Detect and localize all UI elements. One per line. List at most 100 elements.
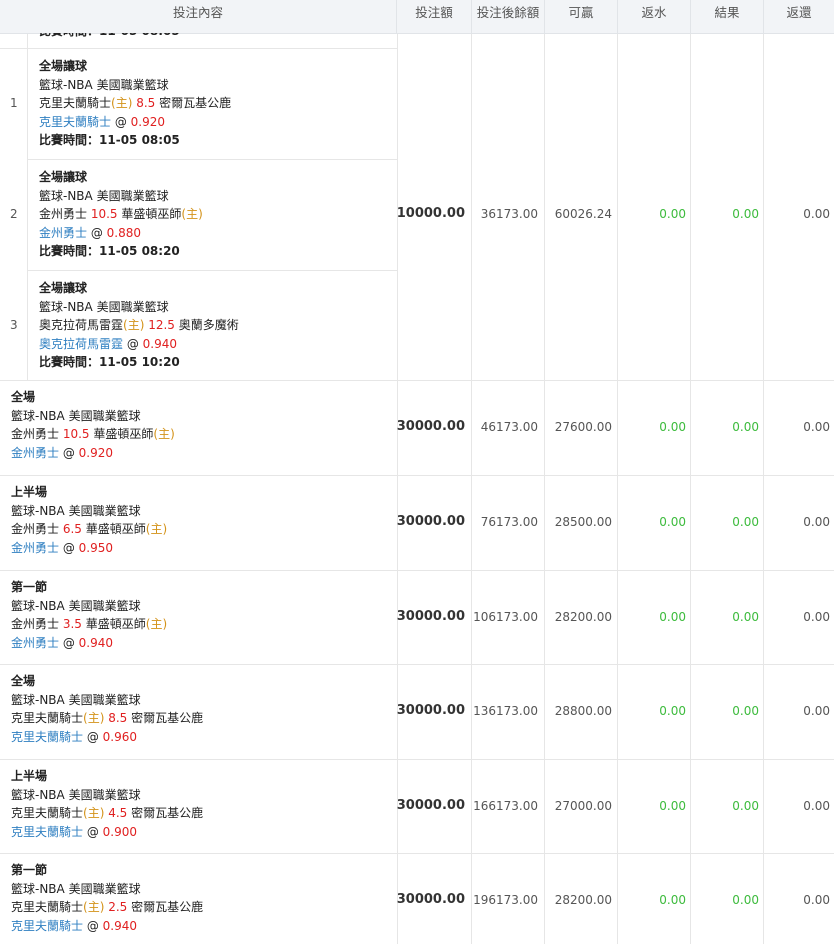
odds: 0.940 xyxy=(142,337,178,351)
matchup: 金州勇士 3.5 華盛頓巫師(主) xyxy=(11,617,168,631)
odds: 0.880 xyxy=(106,226,142,240)
matchup: 金州勇士 6.5 華盛頓巫師(主) xyxy=(11,522,168,536)
stake-amount: 30000.00 xyxy=(396,892,465,907)
col-header-balance[interactable]: 投注後餘額 xyxy=(472,0,545,33)
result: 0.00 xyxy=(732,420,759,434)
matchup: 金州勇士 10.5 華盛頓巫師(主) xyxy=(11,427,175,441)
col-divider xyxy=(544,34,545,944)
pick-team: 金州勇士 xyxy=(11,446,60,460)
odds: 0.960 xyxy=(102,730,138,744)
potential-win: 27000.00 xyxy=(554,799,612,813)
matchup: 金州勇士 10.5 華盛頓巫師(主) xyxy=(39,207,203,221)
potential-win: 27600.00 xyxy=(554,420,612,434)
rebate: 0.00 xyxy=(659,893,686,907)
balance-after: 36173.00 xyxy=(480,207,538,221)
balance-after: 106173.00 xyxy=(473,610,538,624)
col-header-result[interactable]: 結果 xyxy=(691,0,764,33)
result: 0.00 xyxy=(732,207,759,221)
league: 籃球-NBA 美國職業籃球 xyxy=(11,882,141,896)
bet-type: 全場讓球 xyxy=(39,59,88,73)
returned: 0.00 xyxy=(803,515,830,529)
matchup: 奧克拉荷馬雷霆(主) 12.5 奧蘭多魔術 xyxy=(39,318,239,332)
row-divider xyxy=(27,270,397,271)
match-time: 比賽時間：11-05 10:20 xyxy=(39,355,180,369)
league: 籃球-NBA 美國職業籃球 xyxy=(11,504,141,518)
pick-team: 克里夫蘭騎士 xyxy=(11,730,84,744)
leg-index: 1 xyxy=(10,96,18,110)
pick-team: 克里夫蘭騎士 xyxy=(11,825,84,839)
returned: 0.00 xyxy=(803,207,830,221)
odds: 0.920 xyxy=(130,115,166,129)
row-divider xyxy=(0,570,834,571)
table-header: 投注內容 投注額 投注後餘額 可贏 返水 結果 返還 xyxy=(0,0,834,34)
potential-win: 28200.00 xyxy=(554,610,612,624)
pick-odds: 金州勇士 @ 0.940 xyxy=(11,636,114,650)
bet-type: 全場 xyxy=(11,390,36,404)
odds: 0.920 xyxy=(78,446,114,460)
stake-amount: 30000.00 xyxy=(396,609,465,624)
pick-odds: 克里夫蘭騎士 @ 0.940 xyxy=(11,919,138,933)
col-header-content[interactable]: 投注內容 xyxy=(0,0,397,33)
league: 籃球-NBA 美國職業籃球 xyxy=(11,599,141,613)
balance-after: 196173.00 xyxy=(473,893,538,907)
bet-type: 上半場 xyxy=(11,485,48,499)
stake-amount: 30000.00 xyxy=(396,703,465,718)
pick-team: 金州勇士 xyxy=(11,636,60,650)
result: 0.00 xyxy=(732,799,759,813)
pick-odds: 奧克拉荷馬雷霆 @ 0.940 xyxy=(39,337,178,351)
stake-amount: 30000.00 xyxy=(396,419,465,434)
pick-odds: 金州勇士 @ 0.920 xyxy=(11,446,114,460)
pick-team: 金州勇士 xyxy=(39,226,88,240)
matchup: 克里夫蘭騎士(主) 8.5 密爾瓦基公鹿 xyxy=(11,711,204,725)
bet-type: 全場讓球 xyxy=(39,170,88,184)
league: 籃球-NBA 美國職業籃球 xyxy=(11,409,141,423)
row-divider xyxy=(0,475,834,476)
odds: 0.940 xyxy=(102,919,138,933)
odds: 0.940 xyxy=(78,636,114,650)
row-divider xyxy=(0,664,834,665)
col-divider xyxy=(763,34,764,944)
stake-amount: 30000.00 xyxy=(396,514,465,529)
stake-amount: 10000.00 xyxy=(396,206,465,221)
col-header-return[interactable]: 返還 xyxy=(764,0,834,33)
rebate: 0.00 xyxy=(659,704,686,718)
col-header-rebate[interactable]: 返水 xyxy=(618,0,691,33)
league: 籃球-NBA 美國職業籃球 xyxy=(11,788,141,802)
balance-after: 166173.00 xyxy=(473,799,538,813)
pick-team: 克里夫蘭騎士 xyxy=(11,919,84,933)
rebate: 0.00 xyxy=(659,610,686,624)
pick-odds: 金州勇士 @ 0.950 xyxy=(11,541,114,555)
row-divider xyxy=(0,853,834,854)
potential-win: 28200.00 xyxy=(554,893,612,907)
returned: 0.00 xyxy=(803,893,830,907)
stake-amount: 30000.00 xyxy=(396,798,465,813)
col-divider xyxy=(617,34,618,944)
result: 0.00 xyxy=(732,893,759,907)
result: 0.00 xyxy=(732,515,759,529)
match-time: 比賽時間：11-05 08:20 xyxy=(39,244,180,258)
odds: 0.950 xyxy=(78,541,114,555)
row-divider xyxy=(27,159,397,160)
col-header-amount[interactable]: 投注額 xyxy=(397,0,472,33)
returned: 0.00 xyxy=(803,420,830,434)
returned: 0.00 xyxy=(803,704,830,718)
pick-team: 奧克拉荷馬雷霆 xyxy=(39,337,124,351)
balance-after: 76173.00 xyxy=(480,515,538,529)
bet-type: 全場讓球 xyxy=(39,281,88,295)
leg-index: 2 xyxy=(10,207,18,221)
col-divider xyxy=(471,34,472,944)
col-header-win[interactable]: 可贏 xyxy=(545,0,618,33)
row-divider xyxy=(0,759,834,760)
pick-team: 金州勇士 xyxy=(11,541,60,555)
rebate: 0.00 xyxy=(659,420,686,434)
matchup: 克里夫蘭騎士(主) 8.5 密爾瓦基公鹿 xyxy=(39,96,232,110)
odds: 0.900 xyxy=(102,825,138,839)
result: 0.00 xyxy=(732,610,759,624)
potential-win: 28800.00 xyxy=(554,704,612,718)
balance-after: 46173.00 xyxy=(480,420,538,434)
rebate: 0.00 xyxy=(659,515,686,529)
potential-win: 60026.24 xyxy=(554,207,612,221)
pick-odds: 金州勇士 @ 0.880 xyxy=(39,226,142,240)
leg-index: 3 xyxy=(10,318,18,332)
league: 籃球-NBA 美國職業籃球 xyxy=(39,189,169,203)
